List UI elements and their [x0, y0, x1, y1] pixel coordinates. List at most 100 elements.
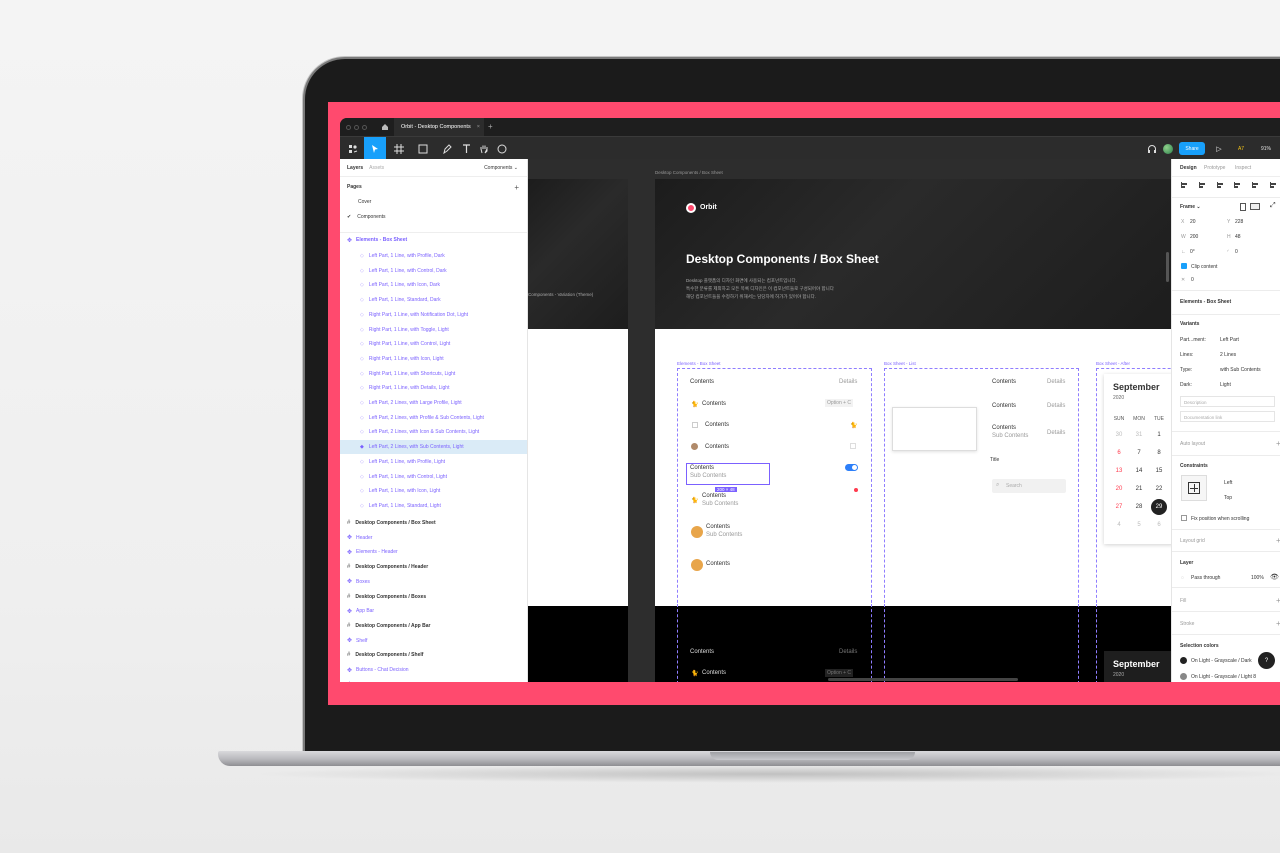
vertical-constraint[interactable]: Top [1224, 495, 1232, 501]
horizontal-scrollbar[interactable] [828, 678, 1018, 681]
add-page-icon[interactable]: + [514, 183, 519, 192]
add-auto-layout-icon[interactable]: + [1276, 439, 1280, 448]
maximize-window-icon[interactable] [362, 125, 367, 130]
horizontal-constraint[interactable]: Left [1224, 480, 1232, 486]
home-icon[interactable] [381, 123, 389, 131]
layer-item[interactable]: ◇ Left Part, 1 Line, with Control, Light [340, 470, 527, 484]
calendar-day[interactable]: 15 [1149, 462, 1169, 480]
calendar-day[interactable]: 31 [1129, 426, 1149, 444]
align-top-icon[interactable] [1233, 181, 1241, 189]
variant-property-value[interactable]: 2 Lines [1220, 352, 1236, 358]
calendar-day[interactable]: 6 [1109, 444, 1129, 462]
layer-item[interactable]: ◇ Right Part, 1 Line, with Toggle, Light [340, 323, 527, 337]
zoom-dropdown[interactable]: 91% [1255, 137, 1277, 160]
calendar-day[interactable]: 27 [1109, 498, 1129, 516]
calendar-day[interactable]: 29 [1149, 498, 1169, 516]
page-item[interactable]: Cover [340, 195, 527, 209]
tab-prototype[interactable]: Prototype [1204, 165, 1225, 171]
calendar-day[interactable]: 30 [1109, 426, 1129, 444]
new-tab-icon[interactable]: + [488, 122, 493, 131]
color-swatch-gray[interactable] [1180, 673, 1187, 680]
calendar-day[interactable]: 8 [1149, 444, 1169, 462]
frame-item[interactable]: # Desktop Components / App Bar [340, 619, 527, 633]
visibility-icon[interactable]: 👁 [1270, 573, 1279, 581]
list-item-contents[interactable]: Contents [706, 561, 730, 567]
hand-tool-icon[interactable] [476, 137, 492, 160]
checkbox[interactable] [692, 422, 698, 428]
calendar-day[interactable]: 4 [1109, 516, 1129, 534]
tab-design[interactable]: Design [1180, 165, 1197, 171]
list-item-contents[interactable]: Contents [690, 379, 714, 385]
frame-item[interactable]: # Desktop Components / Box Sheet [340, 516, 527, 530]
present-icon[interactable]: ▷ [1212, 137, 1226, 160]
frame-item[interactable]: ✥ Header [340, 531, 527, 545]
radius-field[interactable]: 0 [1235, 249, 1238, 255]
landscape-icon[interactable] [1250, 203, 1260, 210]
align-right-icon[interactable] [1216, 181, 1224, 189]
color-swatch-dark[interactable] [1180, 657, 1187, 664]
documentation-link-input[interactable]: Documentation link [1180, 411, 1275, 422]
vertical-scrollbar[interactable] [1166, 252, 1169, 282]
tab-layers[interactable]: Layers [347, 165, 363, 171]
list-item-contents[interactable]: Contents [992, 403, 1016, 409]
layer-item[interactable]: ◇ Left Part, 1 Line, with Icon, Light [340, 484, 527, 498]
calendar-day[interactable]: 28 [1129, 498, 1149, 516]
help-button[interactable]: ? [1258, 652, 1275, 669]
align-left-icon[interactable] [1180, 181, 1188, 189]
frame-item[interactable]: ✥ Boxes [340, 575, 527, 589]
search-input[interactable]: ⌕ Search [992, 479, 1066, 493]
add-stroke-icon[interactable]: + [1276, 619, 1280, 628]
checkbox[interactable] [850, 443, 856, 449]
pen-tool-icon[interactable] [436, 137, 458, 160]
list-item-contents[interactable]: Contents [690, 465, 714, 471]
tab-assets[interactable]: Assets [369, 165, 384, 171]
calendar-day[interactable]: 1 [1149, 426, 1169, 444]
y-field[interactable]: 228 [1235, 219, 1243, 225]
list-item-contents[interactable]: Contents [702, 493, 726, 499]
blend-mode-dropdown[interactable]: Pass through [1191, 575, 1220, 581]
height-field[interactable]: 48 [1235, 234, 1241, 240]
move-tool-icon[interactable] [364, 137, 386, 160]
list-item-contents[interactable]: Contents [992, 379, 1016, 385]
tab-inspect[interactable]: Inspect [1235, 165, 1251, 171]
fix-position-checkbox[interactable] [1181, 515, 1187, 521]
frame-tool-icon[interactable] [388, 137, 410, 160]
layer-item[interactable]: ◇ Left Part, 1 Line, with Profile, Light [340, 455, 527, 469]
layer-group[interactable]: ✥ Elements - Box Sheet [340, 233, 527, 247]
shape-tool-icon[interactable] [412, 137, 434, 160]
calendar-day[interactable]: 7 [1129, 444, 1149, 462]
width-field[interactable]: 200 [1190, 234, 1198, 240]
layer-item[interactable]: ◇ Right Part, 1 Line, with Control, Light [340, 337, 527, 351]
page-item[interactable]: ✔ Components [340, 210, 527, 224]
calendar-day[interactable]: 13 [1109, 462, 1129, 480]
page-selector[interactable]: Components ⌄ [484, 165, 518, 171]
layer-item[interactable]: ◇ Left Part, 1 Line, with Icon, Dark [340, 278, 527, 292]
align-v-center-icon[interactable] [1251, 181, 1259, 189]
variant-property-value[interactable]: with Sub Contents [1220, 367, 1261, 373]
variant-property-value[interactable]: Light [1220, 382, 1231, 388]
layer-opacity-field[interactable]: 100% [1251, 575, 1264, 581]
layer-item[interactable]: ◇ Left Part, 1 Line, with Control, Dark [340, 264, 527, 278]
layer-item[interactable]: ◇ Right Part, 1 Line, with Notification D… [340, 308, 527, 322]
list-item-contents[interactable]: Contents [706, 524, 730, 530]
close-window-icon[interactable] [346, 125, 351, 130]
calendar-day[interactable]: 6 [1149, 516, 1169, 534]
constraints-widget[interactable] [1181, 475, 1207, 501]
selection-color-2[interactable]: On Light - Grayscale / Light 8 [1191, 674, 1256, 680]
list-item-contents[interactable]: Contents [702, 401, 726, 407]
close-tab-icon[interactable]: × [477, 124, 480, 130]
share-button[interactable]: Share [1179, 142, 1205, 155]
layer-item[interactable]: ◆ Left Part, 2 Lines, with Sub Contents, … [340, 440, 527, 455]
text-tool-icon[interactable] [458, 137, 474, 160]
list-item-contents[interactable]: Contents [705, 422, 729, 428]
frame-item[interactable]: # Desktop Components / Boxes [340, 590, 527, 604]
frame-item[interactable]: ✥ Elements - Header [340, 545, 527, 559]
layer-item[interactable]: ◇ Left Part, 2 Lines, with Icon & Sub Con… [340, 425, 527, 439]
x-field[interactable]: 20 [1190, 219, 1196, 225]
user-avatar[interactable] [1161, 137, 1175, 160]
selection-color-1[interactable]: On Light - Grayscale / Dark [1191, 658, 1252, 664]
align-h-center-icon[interactable] [1198, 181, 1206, 189]
user-badge[interactable]: A7 [1233, 137, 1249, 160]
file-tab[interactable]: Orbit - Desktop Components × [394, 118, 484, 136]
layer-item[interactable]: ◇ Left Part, 1 Line, Standard, Light [340, 499, 527, 513]
